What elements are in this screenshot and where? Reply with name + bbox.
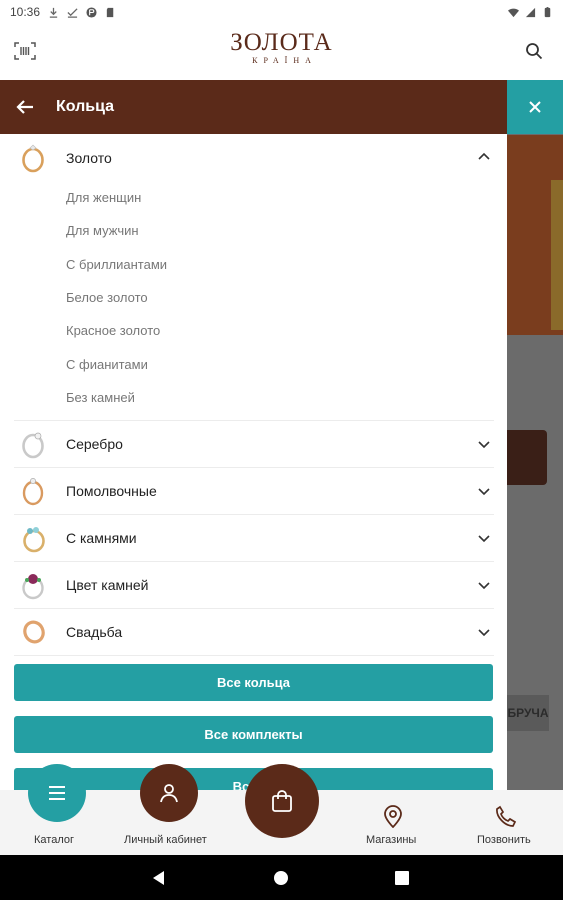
gem-color-ring-icon <box>19 570 49 600</box>
category-label: Помолвочные <box>66 483 157 500</box>
all-sets-button[interactable]: Все комплекты <box>14 716 493 753</box>
chevron-down-icon <box>478 582 490 590</box>
battery-icon <box>544 6 551 17</box>
category-label: Золото <box>66 149 112 166</box>
status-time: 10:36 <box>10 5 41 19</box>
cart-fab[interactable] <box>245 764 319 838</box>
nav-catalog[interactable]: Каталог <box>34 834 74 846</box>
category-gold[interactable]: Золото <box>14 134 494 181</box>
search-icon <box>526 43 543 60</box>
wedding-ring-icon <box>19 617 49 647</box>
chevron-down-icon <box>478 441 490 449</box>
user-icon <box>160 784 178 803</box>
subcategory-cubic-zirconia[interactable]: С фианитами <box>66 347 494 380</box>
category-label: Цвет камней <box>66 577 149 594</box>
nav-call[interactable]: Позвонить <box>477 834 531 846</box>
subcategory-white-gold[interactable]: Белое золото <box>66 281 494 314</box>
chevron-down-icon <box>478 488 490 496</box>
gold-subcategory-list: Для женщин Для мужчин С бриллиантами Бел… <box>14 181 494 422</box>
system-back-icon[interactable] <box>150 869 168 887</box>
stone-ring-icon <box>19 523 49 553</box>
dimmed-background[interactable]: БРУЧА <box>507 80 563 790</box>
category-label: Свадьба <box>66 624 123 641</box>
search-button[interactable] <box>521 38 547 64</box>
chevron-down-icon <box>478 535 490 543</box>
menu-icon <box>49 786 65 800</box>
store-location-icon <box>381 804 405 828</box>
background-banner-highlight <box>551 180 563 330</box>
category-wedding[interactable]: Свадьба <box>14 609 494 657</box>
check-icon <box>67 7 78 18</box>
subcategory-diamonds[interactable]: С бриллиантами <box>66 248 494 281</box>
engagement-ring-icon <box>19 476 49 506</box>
status-bar: 10:36 <box>0 0 563 24</box>
back-button[interactable] <box>2 80 48 134</box>
signal-icon <box>525 7 536 17</box>
app-header: ЗОЛОТА КРАЇНА <box>0 24 563 80</box>
phone-icon <box>494 804 518 828</box>
brand-logo[interactable]: ЗОЛОТА КРАЇНА <box>0 30 563 66</box>
nav-account[interactable]: Личный кабинет <box>124 834 207 846</box>
wifi-icon <box>508 8 519 17</box>
all-rings-button[interactable]: Все кольца <box>14 664 493 701</box>
catalog-fab[interactable] <box>28 764 86 822</box>
system-home-icon[interactable] <box>272 869 290 887</box>
download-icon <box>49 7 58 18</box>
drawer-title: Кольца <box>56 98 115 115</box>
subcategory-men[interactable]: Для мужчин <box>66 214 494 247</box>
category-label: Серебро <box>66 436 123 453</box>
shopping-bag-icon <box>272 790 292 812</box>
category-list: Золото Для женщин Для мужчин С бриллиант… <box>14 134 494 657</box>
category-silver[interactable]: Серебро <box>14 421 494 469</box>
system-recents-icon[interactable] <box>393 869 411 887</box>
account-fab[interactable] <box>140 764 198 822</box>
category-label: С камнями <box>66 530 137 547</box>
subcategory-women[interactable]: Для женщин <box>66 181 494 214</box>
category-stone-color[interactable]: Цвет камней <box>14 562 494 610</box>
system-navigation-bar <box>0 855 563 900</box>
sd-card-icon <box>106 7 114 17</box>
chevron-down-icon <box>478 629 490 637</box>
silver-ring-icon <box>19 429 49 459</box>
background-label: БРУЧА <box>507 695 549 731</box>
category-engagement[interactable]: Помолвочные <box>14 468 494 516</box>
catalog-drawer: Кольца Золото Для женщин Для мужчин С бр… <box>0 80 507 790</box>
background-button <box>507 430 547 485</box>
app-notification-icon <box>86 6 97 18</box>
subcategory-no-stones[interactable]: Без камней <box>66 381 494 414</box>
close-drawer-button[interactable] <box>507 80 563 134</box>
gold-ring-icon <box>19 143 49 173</box>
close-icon <box>529 101 541 113</box>
nav-stores[interactable]: Магазины <box>366 834 416 846</box>
subcategory-red-gold[interactable]: Красное золото <box>66 314 494 347</box>
chevron-up-icon <box>478 152 490 160</box>
arrow-left-icon <box>16 100 33 114</box>
drawer-header: Кольца <box>0 80 507 134</box>
category-with-stones[interactable]: С камнями <box>14 515 494 563</box>
